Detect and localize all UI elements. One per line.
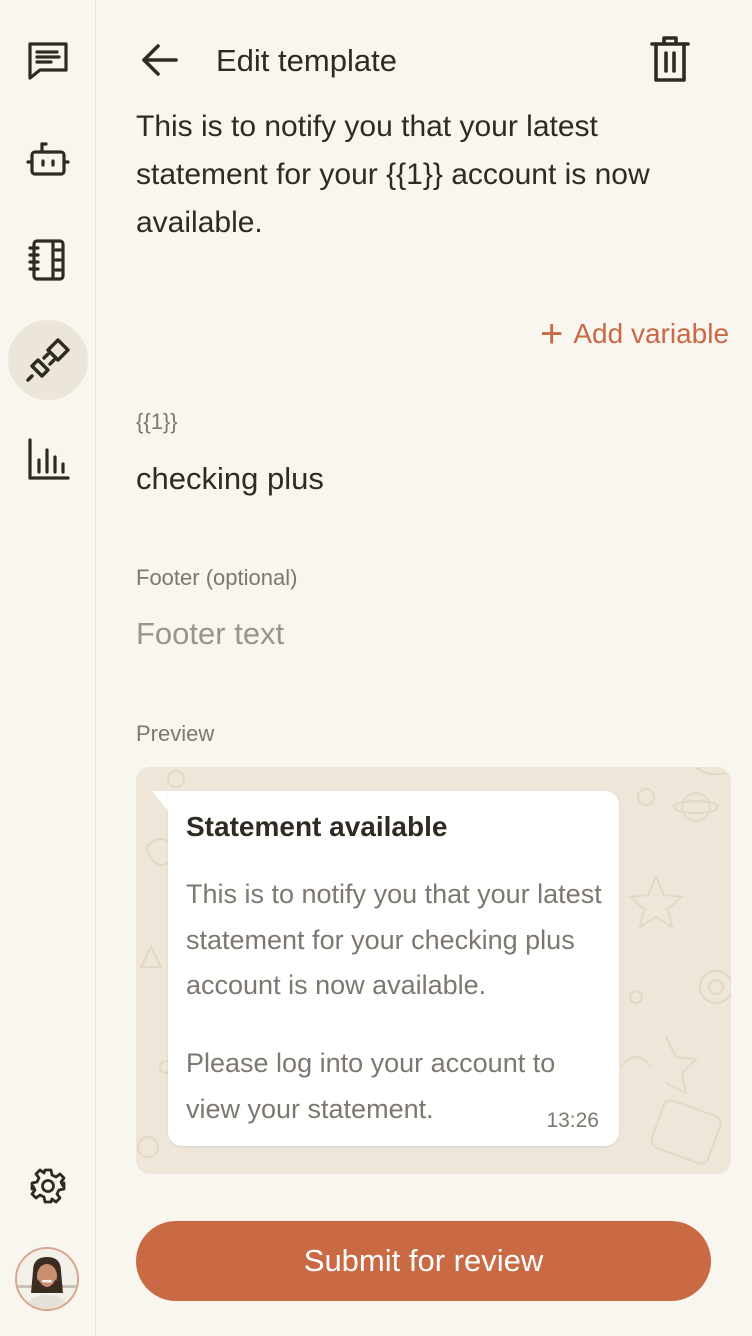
delete-button[interactable]	[646, 34, 694, 86]
sidebar-item-contacts[interactable]	[8, 220, 88, 300]
message-preview: Statement available This is to notify yo…	[136, 767, 731, 1174]
submit-for-review-button[interactable]: Submit for review	[136, 1221, 711, 1301]
user-avatar[interactable]	[15, 1247, 79, 1311]
variable-value-input[interactable]: checking plus	[136, 461, 324, 497]
footer-input[interactable]	[136, 612, 696, 656]
preview-body: This is to notify you that your latest s…	[186, 879, 602, 1000]
main-content: This is to notify you that your latest s…	[96, 0, 752, 1336]
bar-chart-icon	[28, 438, 70, 480]
add-variable-label: Add variable	[573, 318, 730, 349]
sidebar-item-analytics[interactable]	[8, 420, 88, 500]
sidebar-item-bots[interactable]	[8, 120, 88, 200]
avatar-image	[17, 1249, 77, 1309]
template-body-text[interactable]: This is to notify you that your latest s…	[136, 103, 716, 247]
preview-label: Preview	[136, 721, 215, 746]
sidebar	[0, 0, 96, 1336]
header: Edit template	[96, 0, 752, 110]
sidebar-item-chats[interactable]	[8, 20, 88, 100]
preview-timestamp: 13:26	[546, 1109, 599, 1132]
settings-button[interactable]	[8, 1146, 88, 1226]
notebook-icon	[28, 239, 65, 281]
page-title: Edit template	[216, 43, 397, 78]
sidebar-item-integrations[interactable]	[8, 320, 88, 400]
message-bubble: Statement available This is to notify yo…	[168, 791, 619, 1146]
chat-icon	[28, 42, 68, 80]
gear-icon	[30, 1168, 66, 1204]
plug-icon	[26, 338, 70, 382]
arrow-left-icon	[142, 44, 178, 76]
variable-label: {{1}}	[136, 409, 178, 434]
footer-label: Footer (optional)	[136, 565, 298, 590]
robot-icon	[26, 142, 70, 176]
add-variable-button[interactable]: + Add variable	[540, 314, 729, 354]
back-button[interactable]	[136, 36, 184, 84]
plus-icon: +	[540, 312, 564, 356]
preview-title: Statement available	[186, 811, 448, 842]
trash-icon	[650, 36, 690, 82]
